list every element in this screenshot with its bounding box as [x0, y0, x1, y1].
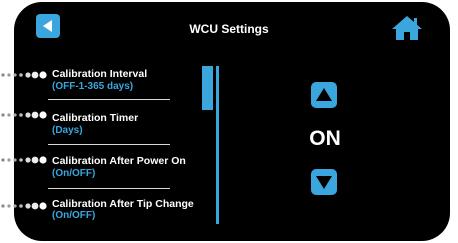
item-sublabel: (On/OFF): [52, 210, 96, 221]
page-title: WCU Settings: [189, 22, 269, 36]
triangle-up-icon: [316, 88, 332, 101]
scrollbar-track[interactable]: [216, 66, 219, 224]
divider: [48, 144, 170, 145]
item-sublabel: (Days): [52, 125, 83, 136]
divider: [48, 99, 170, 100]
connector-dots-icon: [1, 156, 47, 164]
item-label: Calibration After Power On: [52, 155, 186, 167]
scrollbar-thumb[interactable]: [202, 66, 213, 110]
item-label: Calibration After Tip Change: [52, 198, 194, 210]
item-label: Calibration Interval: [52, 68, 148, 80]
divider: [48, 188, 170, 189]
item-sublabel: (OFF-1-365 days): [52, 81, 134, 92]
connector-dots-icon: [1, 202, 47, 210]
connector-dots-icon: [1, 111, 47, 119]
increase-button[interactable]: [311, 82, 337, 108]
decrease-button[interactable]: [311, 169, 337, 195]
triangle-down-icon: [316, 176, 332, 189]
home-icon[interactable]: [391, 15, 423, 41]
setting-value: ON: [309, 127, 341, 150]
connector-dots-icon: [1, 71, 47, 79]
item-label: Calibration Timer: [52, 112, 139, 124]
item-sublabel: (On/OFF): [52, 168, 96, 179]
